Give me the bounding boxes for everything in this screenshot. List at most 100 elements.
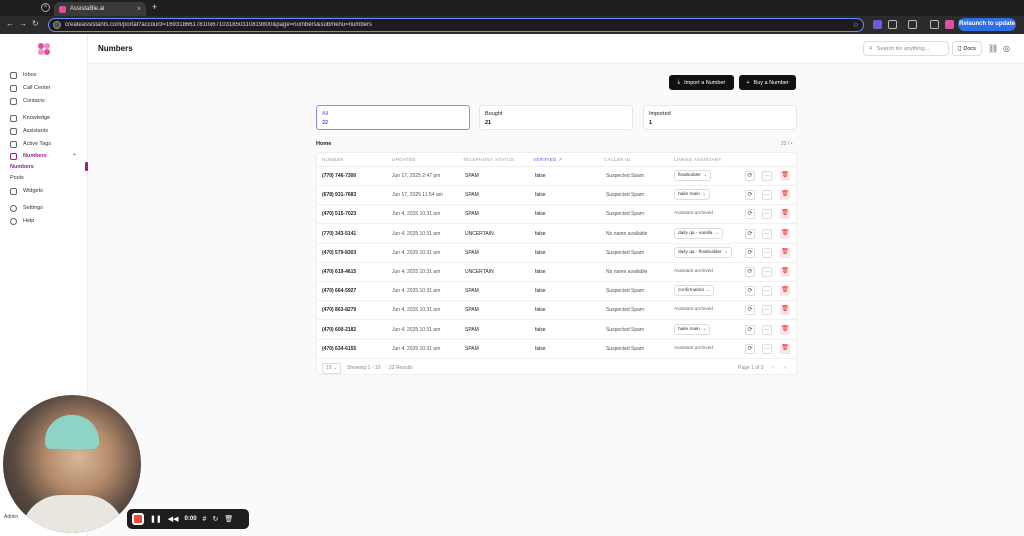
delete-icon[interactable]: 🗑 <box>780 267 790 277</box>
site-info-icon[interactable] <box>53 21 61 29</box>
account-label[interactable]: Admin <box>4 514 18 520</box>
more-options-icon[interactable]: ··· <box>762 171 772 181</box>
table-row[interactable]: (470) 579-8303 Jun 4, 2025 10:31 am SPAM fa… <box>317 244 796 263</box>
delete-icon[interactable]: 🗑 <box>780 209 790 220</box>
linked-assistant-link[interactable]: flowbuilder → <box>674 170 712 181</box>
linked-assistant-link[interactable]: daily qa - vanilla → <box>674 227 723 239</box>
sync-icon[interactable]: ⟳ <box>745 247 755 258</box>
link-icon[interactable]: ⛓ <box>988 44 998 53</box>
delete-icon[interactable]: 🗑 <box>780 286 790 297</box>
linked-assistant-link[interactable]: haile main → <box>674 323 710 335</box>
more-options-icon[interactable]: ··· <box>762 267 772 277</box>
address-bar[interactable]: createassistants.com/portal?account=1693… <box>48 18 864 32</box>
more-options-icon[interactable]: ··· <box>762 305 772 316</box>
delete-icon[interactable]: 🗑 <box>780 305 790 316</box>
close-icon[interactable]: × <box>41 3 50 12</box>
table-row[interactable]: (470) 619-4615 Jun 4, 2025 10:31 am UNCERT… <box>317 263 796 282</box>
sidebar-item-call-center[interactable]: Call Center <box>10 83 51 93</box>
page-size-select[interactable]: 10 ⌄ <box>322 363 342 374</box>
linked-assistant-link[interactable]: daily qa - flowbuilder → <box>674 246 732 258</box>
sidebar-subitem-numbers[interactable]: Numbers <box>10 164 34 170</box>
delete-icon[interactable]: 🗑 <box>780 324 790 335</box>
table-row[interactable]: (770) 343-5141 Jun 4, 2025 10:31 am UNCERT… <box>317 225 796 244</box>
docs-button[interactable]: ▯ Docs <box>952 41 982 56</box>
reload-icon[interactable]: ↻ <box>32 19 39 28</box>
delete-icon[interactable]: 🗑 <box>780 171 790 181</box>
sidebar-item-help[interactable]: Help <box>10 216 34 226</box>
more-options-icon[interactable]: ··· <box>762 343 772 354</box>
column-header-updated[interactable]: UPDATED <box>392 157 416 162</box>
delete-icon[interactable]: 🗑 <box>780 228 790 239</box>
stop-record-icon[interactable] <box>132 513 144 525</box>
trash-icon[interactable]: 🗑 <box>224 515 233 523</box>
stat-card-all[interactable]: All 22 <box>316 105 470 130</box>
sync-icon[interactable]: ⟳ <box>745 267 755 277</box>
table-row[interactable]: (678) 931-7683 Jun 17, 2025 11:54 am SPAM f… <box>317 186 796 206</box>
stat-card-imported[interactable]: Imported 1 <box>643 105 797 130</box>
column-header-telephony-status[interactable]: TELEPHONY STATUS <box>463 157 514 162</box>
sync-icon[interactable]: ⟳ <box>745 324 755 335</box>
stat-card-bought[interactable]: Bought 21 <box>479 105 633 130</box>
profile-icon[interactable] <box>945 20 954 29</box>
relaunch-button[interactable]: Relaunch to update <box>958 18 1016 31</box>
tab-close-icon[interactable]: × <box>137 6 141 13</box>
sync-icon[interactable]: ⟳ <box>745 171 755 181</box>
sidebar-icon[interactable] <box>908 20 917 29</box>
delete-icon[interactable]: 🗑 <box>780 247 790 258</box>
delete-icon[interactable]: 🗑 <box>780 190 790 201</box>
sidebar-item-widgets[interactable]: Widgets <box>10 186 43 196</box>
buy-number-button[interactable]: + Buy a Number <box>739 75 796 90</box>
linked-assistant-link[interactable]: confirmation → <box>674 285 715 297</box>
sync-icon[interactable]: ⟳ <box>745 228 755 239</box>
delete-icon[interactable]: 🗑 <box>780 343 790 354</box>
app-logo-icon[interactable] <box>37 42 51 56</box>
sidebar-item-numbers[interactable]: Numbers ⌃ <box>10 151 77 161</box>
more-options-icon[interactable]: ··· <box>762 209 772 220</box>
sync-icon[interactable]: ⟳ <box>745 343 755 354</box>
notification-icon[interactable]: ◎ <box>1003 44 1010 53</box>
column-header-caller-id[interactable]: CALLER ID <box>604 157 630 162</box>
next-page-icon[interactable]: › <box>784 365 786 371</box>
sidebar-subitem-pools[interactable]: Pools <box>10 175 24 181</box>
more-options-icon[interactable]: ··· <box>762 286 772 297</box>
bookmark-star-icon[interactable]: ☆ <box>853 21 859 29</box>
table-row[interactable]: (470) 634-6155 Jun 4, 2025 10:31 am SPAM fa… <box>317 340 796 359</box>
grid-icon[interactable]: # <box>203 516 207 523</box>
sidebar-item-assistants[interactable]: Assistants <box>10 126 48 136</box>
sidebar-item-knowledge[interactable]: Knowledge <box>10 113 50 123</box>
column-header-linked-assistant[interactable]: LINKED ASSISTANT <box>674 157 722 162</box>
rewind-icon[interactable]: ◀◀ <box>168 515 179 523</box>
table-row[interactable]: (470) 664-5927 Jun 4, 2025 10:31 am SPAM fa… <box>317 282 796 302</box>
download-icon[interactable] <box>930 20 939 29</box>
more-options-icon[interactable]: ··· <box>762 190 772 201</box>
sync-icon[interactable]: ⟳ <box>745 305 755 316</box>
prev-page-icon[interactable]: ‹ <box>772 365 774 371</box>
extension-icon[interactable] <box>873 20 882 29</box>
more-options-icon[interactable]: ··· <box>762 324 772 335</box>
restart-icon[interactable]: ↻ <box>212 515 218 523</box>
linked-assistant-link[interactable]: haile main → <box>674 189 710 201</box>
sidebar-item-inbox[interactable]: Inbox <box>10 70 36 80</box>
import-number-button[interactable]: ⤓ Import a Number <box>669 75 734 90</box>
breadcrumb[interactable]: Home <box>316 141 331 147</box>
table-row[interactable]: (470) 515-7023 Jun 4, 2025 10:31 am SPAM fa… <box>317 205 796 225</box>
browser-tab[interactable]: AssistaBle.ai × <box>54 2 146 16</box>
sidebar-item-settings[interactable]: Settings <box>10 203 43 213</box>
pause-icon[interactable]: ❚❚ <box>150 515 162 523</box>
search-input[interactable]: ⌕ Search for anything... <box>863 41 949 56</box>
sidebar-item-contacts[interactable]: Contacts <box>10 96 45 106</box>
column-header-verified[interactable]: VERIFIED ↗ <box>533 157 562 163</box>
new-tab-icon[interactable]: + <box>152 2 157 12</box>
back-icon[interactable]: ← <box>6 19 14 28</box>
table-row[interactable]: (470) 863-8279 Jun 4, 2025 10:31 am SPAM fa… <box>317 301 796 321</box>
more-options-icon[interactable]: ··· <box>762 228 772 239</box>
extensions-puzzle-icon[interactable] <box>888 20 897 29</box>
table-row[interactable]: (470) 600-2182 Jun 4, 2025 10:31 am SPAM fa… <box>317 321 796 340</box>
table-row[interactable]: (770) 746-7300 Jun 17, 2025 2:47 pm SPAM fa… <box>317 167 796 186</box>
sync-icon[interactable]: ⟳ <box>745 190 755 201</box>
column-header-number[interactable]: NUMBER <box>322 157 344 162</box>
sync-icon[interactable]: ⟳ <box>745 286 755 297</box>
forward-icon[interactable]: → <box>19 19 27 28</box>
sync-icon[interactable]: ⟳ <box>745 209 755 220</box>
sidebar-item-active-tags[interactable]: Active Tags <box>10 139 51 149</box>
